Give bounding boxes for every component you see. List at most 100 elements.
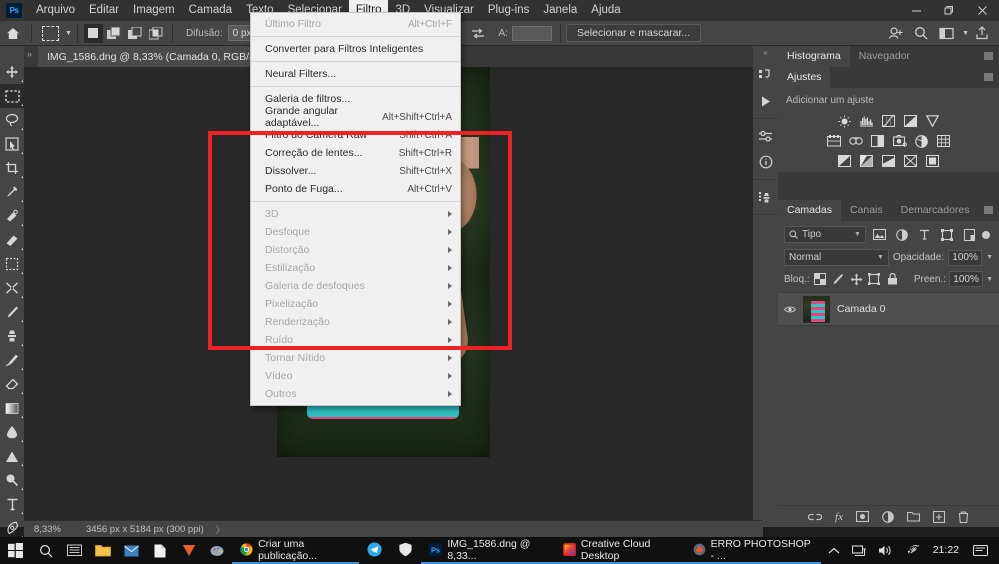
menu-item-correcao-de-lentes[interactable]: Correção de lentes... Shift+Ctrl+R (251, 144, 460, 162)
taskbar-app-creative-cloud[interactable]: Creative Cloud Desktop (554, 537, 685, 564)
taskbar-app-chrome[interactable]: Criar uma publicação... (232, 537, 360, 564)
lock-position-icon[interactable] (849, 272, 864, 287)
file-explorer-icon[interactable] (89, 537, 118, 564)
new-layer-icon[interactable] (932, 510, 945, 523)
minimize-button[interactable] (900, 0, 933, 21)
new-selection-button[interactable] (83, 23, 103, 43)
tab-demarcadores[interactable]: Demarcadores (892, 200, 979, 221)
document-icon[interactable] (146, 537, 175, 564)
tab-ajustes[interactable]: Ajustes (778, 67, 831, 88)
color-balance-icon[interactable] (848, 134, 863, 148)
lock-all-icon[interactable] (885, 272, 900, 287)
actions-icon[interactable] (753, 184, 778, 210)
new-fill-adjustment-icon[interactable] (882, 510, 894, 523)
volume-icon[interactable] (873, 537, 899, 564)
gradient-tool[interactable] (0, 396, 24, 420)
notifications-icon[interactable] (967, 537, 993, 564)
menu-item-converter-filtros-inteligentes[interactable]: Converter para Filtros Inteligentes (251, 40, 460, 58)
menu-item-3d[interactable]: 3D (251, 205, 460, 223)
chevron-down-icon[interactable]: ▼ (962, 30, 969, 37)
layer-filter-kind-select[interactable]: Tipo ▼ (784, 226, 866, 243)
menu-plugins[interactable]: Plug-ins (481, 0, 537, 21)
eye-icon[interactable] (784, 305, 796, 314)
antialias-swatch[interactable] (511, 25, 552, 41)
vibrance-icon[interactable] (925, 114, 940, 128)
menu-item-renderizacao[interactable]: Renderização (251, 313, 460, 331)
taskbar-app-browser[interactable]: ERRO PHOTOSHOP - ... (684, 537, 821, 564)
menu-editar[interactable]: Editar (82, 0, 126, 21)
history-brush-tool[interactable] (0, 348, 24, 372)
properties-icon[interactable] (753, 123, 778, 149)
new-group-icon[interactable] (906, 511, 920, 522)
info-icon[interactable] (753, 149, 778, 175)
menu-item-video[interactable]: Vídeo (251, 367, 460, 385)
menu-janela[interactable]: Janela (536, 0, 584, 21)
menu-item-galeria-de-desfoques[interactable]: Galeria de desfoques (251, 277, 460, 295)
menu-imagem[interactable]: Imagem (126, 0, 182, 21)
opacity-value[interactable]: 100% (948, 249, 983, 266)
curves-icon[interactable] (881, 114, 896, 128)
smart-object-filter-icon[interactable] (960, 226, 978, 243)
filter-menu-dropdown[interactable]: Último Filtro Alt+Ctrl+F Converter para … (250, 12, 461, 406)
fill-value[interactable]: 100% (949, 271, 984, 287)
hue-saturation-icon[interactable] (826, 134, 841, 148)
layer-filter-toggle[interactable] (982, 230, 991, 239)
task-view-icon[interactable] (60, 537, 89, 564)
clone-source-tool[interactable] (0, 276, 24, 300)
intersect-selection-button[interactable] (147, 24, 166, 43)
zoom-level[interactable]: 8,33% (24, 524, 86, 535)
spot-healing-brush-tool[interactable] (0, 204, 24, 228)
restore-button[interactable] (933, 0, 966, 21)
tab-navegador[interactable]: Navegador (850, 46, 919, 67)
object-selection-tool[interactable] (0, 132, 24, 156)
menu-ajuda[interactable]: Ajuda (584, 0, 627, 21)
menu-item-ruido[interactable]: Ruído (251, 331, 460, 349)
vlc-icon[interactable] (175, 537, 204, 564)
export-icon[interactable] (970, 22, 994, 44)
color-lookup-icon[interactable] (936, 134, 951, 148)
layer-mask-icon[interactable] (855, 511, 869, 522)
clone-stamp-tool[interactable] (0, 324, 24, 348)
shape-filter-icon[interactable] (937, 226, 955, 243)
brush-tool[interactable] (0, 300, 24, 324)
libraries-icon[interactable] (753, 62, 778, 88)
play-icon[interactable] (753, 88, 778, 114)
menu-item-neural-filters[interactable]: Neural Filters... (251, 65, 460, 83)
show-hidden-icons[interactable] (821, 537, 847, 564)
subtract-from-selection-button[interactable] (126, 24, 145, 43)
menu-item-ultimo-filtro[interactable]: Último Filtro Alt+Ctrl+F (251, 15, 460, 33)
blur-tool[interactable] (0, 420, 24, 444)
expand-arrow-icon[interactable]: 〉 (216, 523, 225, 536)
brightness-contrast-icon[interactable] (837, 114, 852, 128)
type-filter-icon[interactable] (915, 226, 933, 243)
taskbar-app-shield[interactable] (390, 537, 421, 564)
eyedropper-tool[interactable] (0, 180, 24, 204)
swap-transform-icon[interactable] (466, 22, 490, 44)
lock-image-icon[interactable] (831, 272, 846, 287)
channel-mixer-icon[interactable] (914, 134, 929, 148)
table-row[interactable]: Camada 0 (778, 292, 999, 326)
eraser-tool[interactable] (0, 372, 24, 396)
lasso-tool[interactable] (0, 108, 24, 132)
crop-tool[interactable] (0, 156, 24, 180)
panel-menu-icon[interactable] (984, 52, 993, 60)
menu-item-pixelizacao[interactable]: Pixelização (251, 295, 460, 313)
chevron-down-icon[interactable]: ▼ (986, 254, 993, 261)
workspace-icon[interactable] (935, 22, 959, 44)
layer-style-icon[interactable]: fx (835, 511, 843, 523)
close-button[interactable] (966, 0, 999, 21)
photo-filter-icon[interactable] (892, 134, 907, 148)
tab-camadas[interactable]: Camadas (778, 200, 841, 221)
frame-tool[interactable] (0, 252, 24, 276)
menu-item-filtro-camera-raw[interactable]: Filtro do Camera Raw Shift+Ctrl+A (251, 126, 460, 144)
lock-transparency-icon[interactable] (813, 272, 828, 287)
network-icon[interactable] (847, 537, 873, 564)
link-layers-icon[interactable] (808, 513, 823, 521)
menu-item-desfoque[interactable]: Desfoque (251, 223, 460, 241)
selective-color-icon[interactable] (925, 154, 940, 168)
chevron-down-icon[interactable]: ▼ (65, 30, 72, 37)
search-icon[interactable] (31, 537, 60, 564)
horizontal-type-tool[interactable] (0, 492, 24, 516)
menu-item-grande-angular-adaptavel[interactable]: Grande angular adaptável... Alt+Shift+Ct… (251, 105, 460, 129)
delete-layer-icon[interactable] (958, 510, 969, 523)
